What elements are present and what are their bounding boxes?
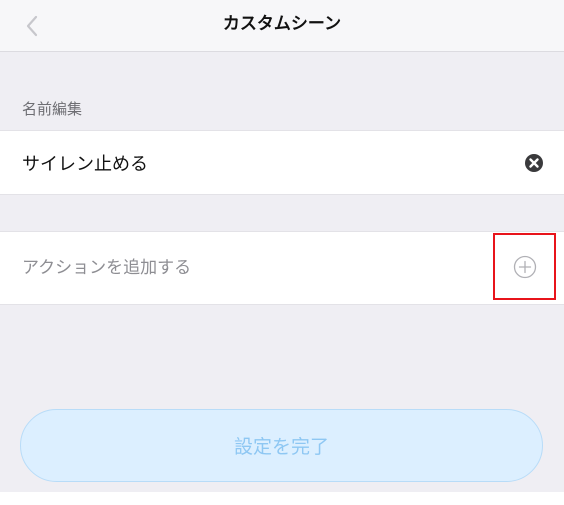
page-title: カスタムシーン: [222, 14, 342, 34]
plus-circle-icon: [513, 255, 536, 278]
scene-name-input[interactable]: [22, 131, 492, 194]
add-action-label: アクションを追加する: [22, 258, 192, 278]
clear-name-button[interactable]: [524, 153, 544, 173]
navigation-bar: カスタムシーン: [0, 0, 564, 52]
name-edit-row: [0, 130, 564, 195]
add-action-button[interactable]: [493, 233, 556, 300]
name-edit-label: 名前編集: [22, 100, 83, 118]
complete-settings-button[interactable]: 設定を完了: [20, 409, 543, 482]
clear-circle-icon: [525, 154, 543, 172]
bottom-strip: [0, 492, 564, 505]
add-action-row[interactable]: アクションを追加する: [0, 231, 564, 305]
